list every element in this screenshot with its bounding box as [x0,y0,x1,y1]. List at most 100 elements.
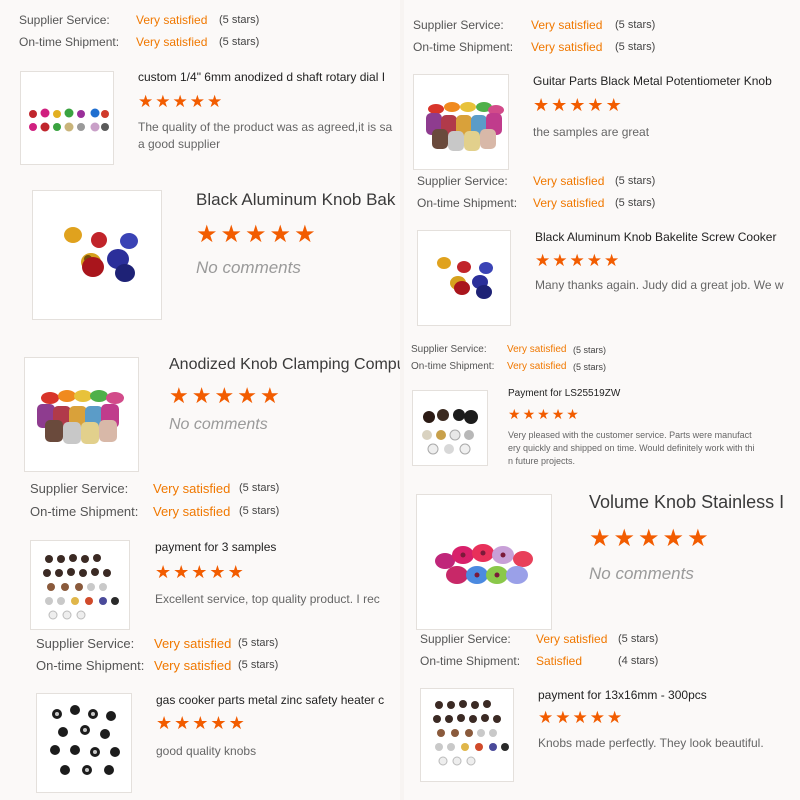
supplier-service-stars: (5 stars) [239,482,280,494]
on-time-shipment-label: On-time Shipment: [420,654,521,668]
star-icon: ★ [220,221,243,248]
star-rating: ★ ★ ★ ★ ★ [169,383,283,409]
star-rating: ★ ★ ★ ★ ★ [196,220,319,249]
review-title[interactable]: payment for 13x16mm - 300pcs [538,688,707,702]
star-icon: ★ [535,251,551,270]
product-thumbnail[interactable] [24,357,139,472]
product-thumbnail[interactable] [20,71,114,165]
product-thumbnail[interactable] [420,688,514,782]
on-time-shipment-stars: (5 stars) [615,197,656,209]
review-title[interactable]: Guitar Parts Black Metal Potentiometer K… [533,74,772,88]
product-thumbnail[interactable] [36,693,132,793]
review-title[interactable]: Payment for LS25519ZW [508,388,620,399]
review-comment: Excellent service, top quality product. … [155,592,380,606]
star-icon: ★ [169,383,189,408]
on-time-shipment-label: On-time Shipment: [413,40,514,54]
product-thumbnail[interactable] [416,494,552,630]
on-time-shipment-stars: (5 stars) [238,659,279,671]
star-icon: ★ [191,383,212,408]
star-icon: ★ [551,95,568,115]
star-icon: ★ [237,383,257,408]
on-time-shipment-stars: (5 stars) [615,41,656,53]
review-comment: No comments [589,564,694,583]
star-icon: ★ [572,708,588,727]
star-icon: ★ [269,221,292,248]
knob-photo-icon [435,544,533,584]
star-rating: ★ ★ ★ ★ ★ [538,708,624,728]
star-icon: ★ [604,251,620,270]
on-time-shipment-value: Very satisfied [154,658,232,673]
review-card: Black Aluminum Knob Bak ★ ★ ★ ★ ★ No comment… [0,186,400,326]
star-icon: ★ [607,708,623,727]
review-title[interactable]: Black Aluminum Knob Bakelite Screw Cooke… [535,230,776,244]
star-icon: ★ [209,562,226,582]
supplier-service-value: Very satisfied [536,632,608,646]
on-time-shipment-value: Very satisfied [153,504,231,519]
on-time-shipment-value: Satisfied [536,654,583,668]
star-icon: ★ [605,95,622,115]
review-card: Volume Knob Stainless I ★ ★ ★ ★ ★ No comment… [404,490,800,630]
star-rating: ★ ★ ★ ★ ★ [535,251,621,271]
knob-photo-icon [43,554,119,620]
review-comment-continued: n future projects. [508,456,576,466]
knob-photo-icon [426,102,504,151]
review-title[interactable]: Black Aluminum Knob Bak [196,190,395,210]
on-time-shipment-stars: (4 stars) [618,655,659,667]
on-time-shipment-stars: (5 stars) [573,362,607,372]
star-icon: ★ [173,562,190,582]
star-icon: ★ [508,406,521,422]
supplier-service-stars: (5 stars) [615,175,656,187]
star-icon: ★ [687,525,709,552]
on-time-shipment-value: Very satisfied [531,40,603,54]
review-card: custom 1/4" 6mm anodized d shaft rotary … [0,66,400,166]
on-time-shipment-value: Very satisfied [136,35,208,49]
star-icon: ★ [662,525,685,552]
supplier-service-stars: (5 stars) [238,637,279,649]
star-icon: ★ [192,713,209,733]
review-comment: Knobs made perfectly. They look beautifu… [538,736,764,750]
review-comment: The quality of the product was as agreed… [138,120,393,134]
review-comment-continued: ery quickly and shipped on time. Would d… [508,443,755,453]
star-icon: ★ [589,525,611,552]
star-rating: ★ ★ ★ ★ ★ [156,713,247,734]
review-title[interactable]: custom 1/4" 6mm anodized d shaft rotary … [138,70,385,84]
product-thumbnail[interactable] [417,230,511,326]
knob-photo-icon [50,705,120,775]
star-rating: ★ ★ ★ ★ ★ [508,406,581,423]
review-card: payment for 13x16mm - 300pcs ★ ★ ★ ★ ★ Knobs… [404,684,800,790]
review-title[interactable]: Anodized Knob Clamping Comput [169,356,400,374]
on-time-shipment-label: On-time Shipment: [36,658,145,673]
on-time-shipment-stars: (5 stars) [239,505,280,517]
star-icon: ★ [566,406,579,422]
product-thumbnail[interactable] [30,540,130,630]
knob-photo-icon [29,108,109,132]
on-time-shipment-stars: (5 stars) [219,36,260,48]
supplier-service-label: Supplier Service: [19,13,110,27]
star-rating: ★ ★ ★ ★ ★ [533,95,624,116]
supplier-service-label: Supplier Service: [420,632,511,646]
product-thumbnail[interactable] [412,390,488,466]
supplier-service-label: Supplier Service: [417,174,508,188]
review-comment: No comments [196,258,301,277]
product-thumbnail[interactable] [32,190,162,320]
on-time-shipment-label: On-time Shipment: [19,35,120,49]
supplier-service-value: Very satisfied [533,174,605,188]
star-icon: ★ [207,92,223,111]
supplier-service-stars: (5 stars) [573,345,607,355]
review-title[interactable]: gas cooker parts metal zinc safety heate… [156,693,384,707]
star-rating: ★ ★ ★ ★ ★ [155,562,246,583]
star-icon: ★ [294,221,316,248]
star-icon: ★ [174,713,191,733]
left-review-column: Supplier Service: Very satisfied (5 stars)… [0,0,400,800]
star-icon: ★ [172,92,188,111]
knob-photo-icon [437,257,493,299]
star-icon: ★ [586,251,602,270]
product-thumbnail[interactable] [413,74,509,170]
review-title[interactable]: payment for 3 samples [155,540,276,554]
knob-photo-icon [422,409,478,455]
knob-photo-icon [433,700,509,766]
star-icon: ★ [613,525,636,552]
star-icon: ★ [138,92,154,111]
review-title[interactable]: Volume Knob Stainless I [589,492,784,513]
star-icon: ★ [191,562,208,582]
